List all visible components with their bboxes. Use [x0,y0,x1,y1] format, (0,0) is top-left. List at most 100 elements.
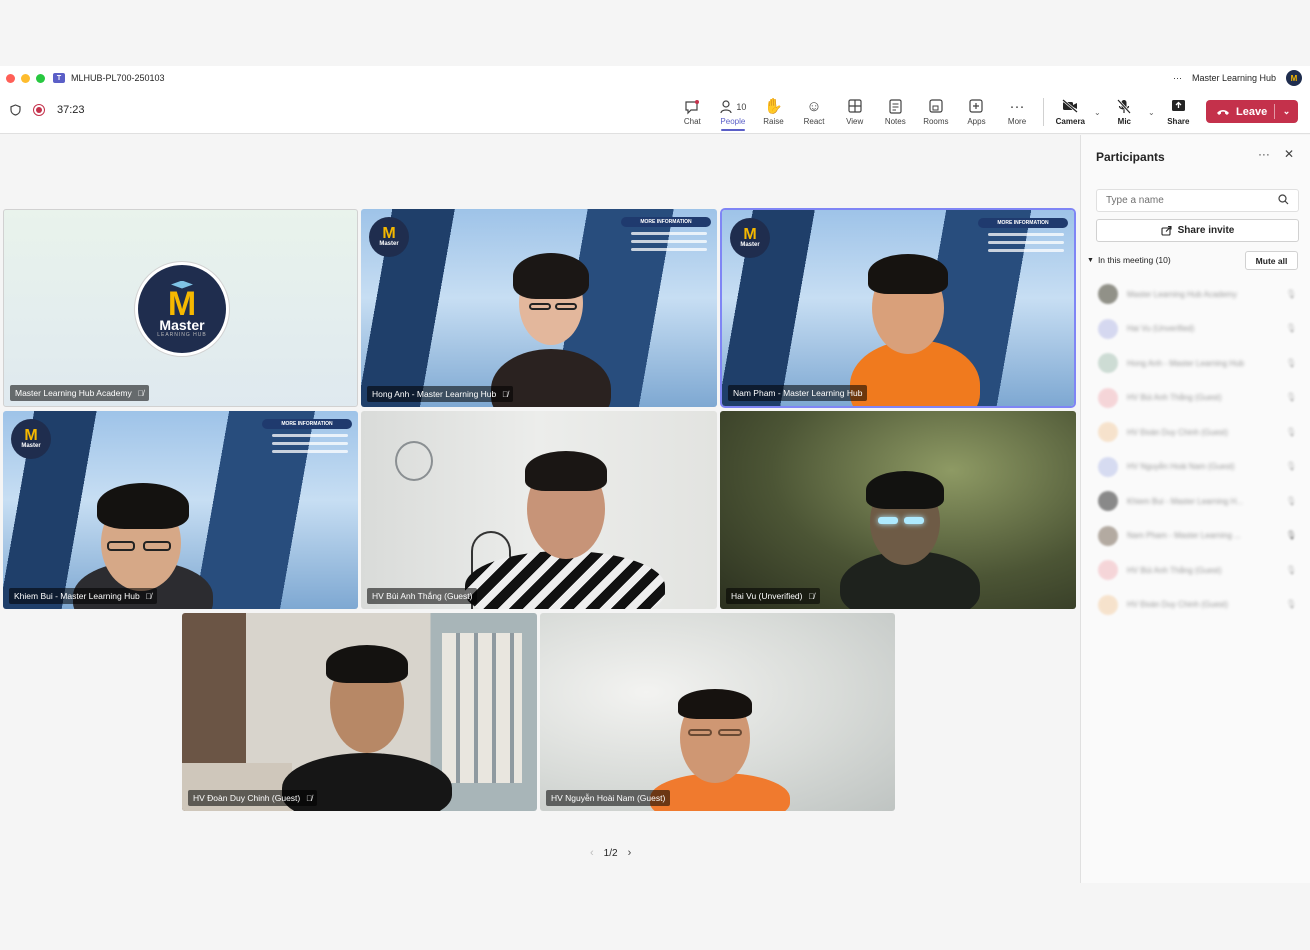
info-head: MORE INFORMATION [262,419,352,429]
mic-options-chevron-icon[interactable]: ⌄ [1144,90,1158,134]
chat-icon [684,99,700,117]
participant-list: Master Learning Hub Academy 🎙 Hai Vu (Unv… [1081,277,1310,622]
view-button[interactable]: View [834,90,875,134]
people-button[interactable]: 10 People [713,90,754,134]
participant-row[interactable]: HV Bùi Anh Thắng (Guest) 🎙 [1081,381,1310,416]
video-tile[interactable]: HV Nguyễn Hoài Nam (Guest) [540,613,895,811]
participant-hair [97,483,189,529]
share-icon [1161,225,1172,236]
avatar [1098,594,1118,615]
video-tile[interactable]: HV Bùi Anh Thắng (Guest) [361,411,717,609]
video-tile[interactable]: M Master MORE INFORMATION Hong Anh - Mast… [361,209,717,407]
avatar [1098,525,1118,546]
camera-options-chevron-icon[interactable]: ⌄ [1090,90,1104,134]
participant-list-name: Hai Vu (Unverified) [1127,324,1195,334]
logo-word: Master [379,241,399,247]
in-meeting-section-toggle[interactable]: ▼ In this meeting (10) [1087,255,1171,265]
leave-main[interactable]: Leave [1206,106,1274,118]
participant-row[interactable]: Master Learning Hub Academy 🎙 [1081,277,1310,312]
mic-muted-icon: 🎙 [1285,426,1297,437]
leave-options-chevron-icon[interactable]: ⌄ [1274,104,1298,119]
participant-label: Hong Anh - Master Learning Hub 🎙̸ [367,386,514,402]
rooms-button[interactable]: Rooms [916,90,957,134]
participant-label: HV Bùi Anh Thắng (Guest) [367,588,478,604]
smiley-icon: ☺ [806,97,822,115]
participant-name: HV Bùi Anh Thắng (Guest) [372,591,473,601]
participant-row[interactable]: Hai Vu (Unverified) 🎙 [1081,312,1310,347]
participant-search-input[interactable]: Type a name [1096,189,1299,212]
participant-row[interactable]: Khiem Bui - Master Learning H... 🎙 [1081,484,1310,519]
close-window-button[interactable] [6,73,15,83]
video-tile[interactable]: M Master MORE INFORMATION Khiem Bui - Mas… [3,411,358,609]
page-indicator: 1/2 [603,847,618,859]
org-name: Master Learning Hub [1191,73,1276,83]
video-tile[interactable]: M Master MORE INFORMATION Nam Pham - Mast… [722,210,1074,406]
share-invite-button[interactable]: Share invite [1096,219,1299,242]
share-label: Share [1167,116,1190,126]
mute-all-button[interactable]: Mute all [1245,251,1298,270]
participant-hair [525,451,607,491]
participant-row[interactable]: HV Nguyễn Hoài Nam (Guest) 🎙 [1081,450,1310,485]
notes-button[interactable]: Notes [875,90,916,134]
info-line [631,240,707,243]
info-line [988,241,1064,244]
mic-off-icon [1117,98,1132,117]
notes-icon [889,98,902,117]
hand-icon: ✋ [764,97,783,115]
participant-name: HV Nguyễn Hoài Nam (Guest) [551,793,666,803]
org-avatar[interactable]: M [1286,70,1302,86]
minimize-window-button[interactable] [21,73,30,83]
more-button[interactable]: ··· More [997,90,1038,134]
participant-row[interactable]: HV Đoàn Duy Chinh (Guest) 🎙 [1081,415,1310,450]
participant-row[interactable]: HV Đoàn Duy Chinh (Guest) 🎙 [1081,588,1310,623]
participant-row[interactable]: HV Bùi Anh Thắng (Guest) 🎙 [1081,553,1310,588]
next-page-chevron-icon[interactable]: › [628,847,632,859]
participant-name: Hong Anh - Master Learning Hub [372,389,497,399]
react-button[interactable]: ☺ React [794,90,835,134]
meeting-toolbar: 37:23 Chat 10 People ✋ Raise ☺ React Vie… [0,90,1310,134]
previous-page-chevron-icon[interactable]: ‹ [590,847,594,859]
collapse-caret-icon: ▼ [1087,256,1094,264]
app-title: T MLHUB-PL700-250103 [53,73,165,83]
mic-muted-icon: 🎙̸ [137,388,144,398]
leave-button[interactable]: Leave ⌄ [1206,100,1298,123]
glasses [529,303,551,310]
video-tile[interactable]: M Master LEARNING HUB Master Learning Hu… [3,209,358,407]
close-icon[interactable]: ✕ [1284,147,1294,161]
people-label: People [720,116,746,126]
more-options-icon[interactable]: ··· [1258,147,1270,161]
mic-muted-icon: 🎙 [1285,461,1297,472]
leave-label: Leave [1236,105,1268,118]
info-banner: MORE INFORMATION [621,217,711,265]
mic-button[interactable]: Mic [1104,90,1144,134]
camera-button[interactable]: Camera [1050,90,1090,134]
video-tile[interactable]: Hai Vu (Unverified) 🎙̸ [720,411,1076,609]
shield-icon [10,104,21,116]
master-logo: M Master [11,419,51,459]
participant-row[interactable]: Nam Pham - Master Learning ... 🎙 [1081,519,1310,554]
apps-button[interactable]: Apps [956,90,997,134]
more-options-icon[interactable]: ··· [1173,73,1182,83]
participant-list-name: Nam Pham - Master Learning ... [1127,531,1241,541]
meeting-status: 37:23 [10,104,85,116]
participant-list-name: HV Bùi Anh Thắng (Guest) [1127,565,1222,575]
avatar [1098,387,1118,408]
participant-list-name: HV Nguyễn Hoài Nam (Guest) [1127,462,1235,472]
avatar [1098,284,1118,305]
video-tile[interactable]: HV Đoàn Duy Chinh (Guest) 🎙̸ [182,613,537,811]
chat-label: Chat [683,116,701,126]
participant-row[interactable]: Hong Anh - Master Learning Hub 🎙 [1081,346,1310,381]
window-titlebar: T MLHUB-PL700-250103 ··· Master Learning… [0,66,1310,90]
participant-list-name: Hong Anh - Master Learning Hub [1127,358,1244,368]
master-logo: M Master [730,218,770,258]
participant-name: Khiem Bui - Master Learning Hub [14,591,140,601]
more-label: More [1007,116,1027,126]
share-button[interactable]: Share [1158,90,1198,134]
participant-label: Khiem Bui - Master Learning Hub 🎙̸ [9,588,157,604]
maximize-window-button[interactable] [36,73,45,83]
rooms-icon [929,98,943,117]
chat-button[interactable]: Chat [672,90,713,134]
raise-hand-button[interactable]: ✋ Raise [753,90,794,134]
glasses [688,729,712,736]
participant-list-name: HV Đoàn Duy Chinh (Guest) [1127,427,1228,437]
